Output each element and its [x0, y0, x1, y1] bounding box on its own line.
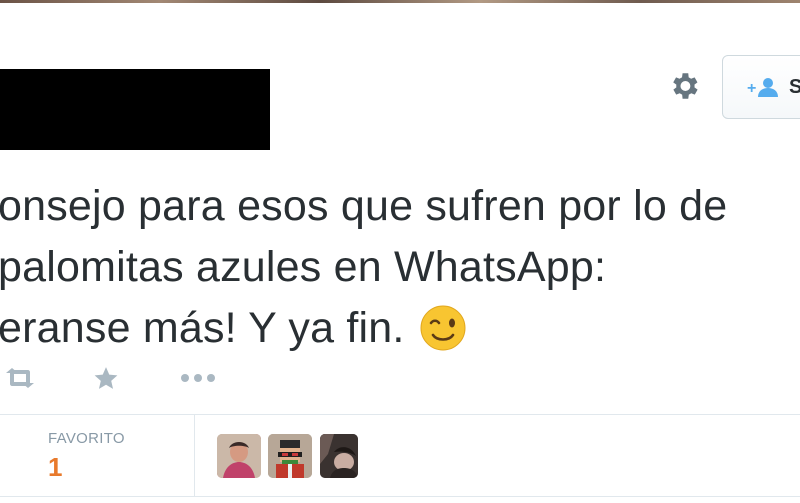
retweet-icon [6, 368, 34, 388]
avatar-favoriter-3[interactable] [320, 434, 358, 478]
tweet-actions [0, 362, 260, 394]
favorites-stat-label: FAVORITO [48, 430, 125, 447]
more-button[interactable] [178, 362, 218, 394]
gear-icon [673, 73, 698, 99]
tweet-line-3: eranse más! Y ya fin. [0, 298, 800, 359]
settings-button[interactable] [664, 66, 704, 106]
avatar-favoriter-2[interactable] [268, 434, 312, 478]
stats-divider-top [0, 414, 800, 415]
background-photo-strip [0, 0, 800, 3]
avatar-favoriter-1[interactable] [217, 434, 261, 478]
stats-separator [194, 414, 195, 496]
favorite-button[interactable] [88, 362, 124, 394]
tweet-text: onsejo para esos que sufren por lo de pa… [0, 176, 800, 359]
winking-face-emoji [419, 304, 467, 369]
more-dots-icon [181, 374, 215, 382]
redacted-user-name [0, 69, 270, 150]
favorites-stat-count[interactable]: 1 [48, 452, 62, 483]
star-icon [94, 367, 118, 389]
follow-person-plus-icon: + [747, 75, 781, 99]
tweet-line-2: palomitas azules en WhatsApp: [0, 243, 607, 291]
follow-button-label: S [789, 75, 800, 98]
stats-divider-bottom [0, 496, 800, 497]
follow-button[interactable]: + S [722, 55, 800, 119]
tweet-line-3-text: eranse más! Y ya fin. [0, 304, 405, 352]
retweet-button[interactable] [0, 362, 40, 394]
svg-text:+: + [747, 80, 756, 97]
tweet-line-1: onsejo para esos que sufren por lo de [0, 182, 728, 230]
